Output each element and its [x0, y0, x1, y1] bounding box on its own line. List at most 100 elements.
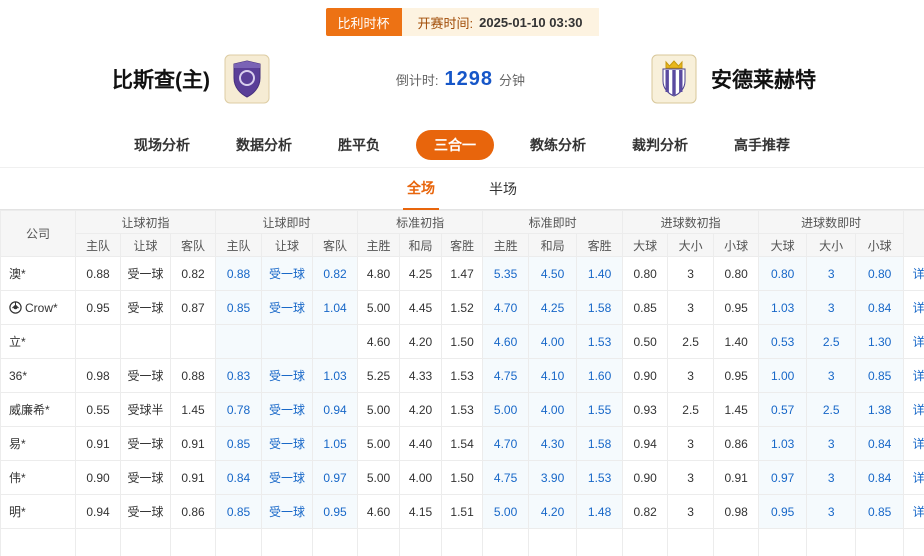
- odds-cell: [171, 529, 216, 556]
- nav-tab-1[interactable]: 数据分析: [226, 130, 302, 160]
- odds-cell: 4.00: [400, 461, 442, 495]
- odds-cell: 受一球: [121, 461, 171, 495]
- table-row: 立*4.604.201.504.604.001.530.502.51.400.5…: [1, 325, 924, 359]
- odds-cell: 0.80: [759, 257, 807, 291]
- odds-cell: 1.30: [856, 325, 904, 359]
- table-row: 易*0.91受一球0.910.85受一球1.055.004.401.544.70…: [1, 427, 924, 461]
- nav-tab-0[interactable]: 现场分析: [124, 130, 200, 160]
- match-info-bar: 比利时杯 开赛时间: 2025-01-10 03:30: [0, 8, 924, 36]
- odds-cell: 4.00: [529, 393, 577, 427]
- odds-cell: 受一球: [262, 257, 313, 291]
- nav-tab-5[interactable]: 裁判分析: [622, 130, 698, 160]
- odds-cell: 0.80: [714, 257, 759, 291]
- odds-cell: 3: [668, 291, 714, 325]
- nav-tab-3[interactable]: 三合一: [416, 130, 494, 160]
- odds-cell: 0.91: [76, 427, 121, 461]
- odds-cell: [313, 325, 358, 359]
- detail-link[interactable]: 详: [913, 471, 924, 485]
- sub-header-2-1: 和局: [400, 234, 442, 257]
- detail-cell: 详: [904, 427, 924, 461]
- odds-cell: 4.70: [483, 291, 529, 325]
- odds-cell: 1.51: [442, 495, 483, 529]
- league-badge: 比利时杯: [326, 8, 402, 36]
- group-header-4: 进球数初指: [623, 211, 759, 234]
- odds-cell: 0.85: [856, 359, 904, 393]
- odds-cell: 3: [807, 427, 856, 461]
- company-name: 伟*: [9, 471, 26, 485]
- sub-header-3-2: 客胜: [577, 234, 623, 257]
- odds-cell: 0.84: [216, 461, 262, 495]
- odds-cell: 1.03: [313, 359, 358, 393]
- odds-cell: 0.91: [171, 427, 216, 461]
- table-row: 36*0.98受一球0.880.83受一球1.035.254.331.534.7…: [1, 359, 924, 393]
- sub-header-4-2: 小球: [714, 234, 759, 257]
- nav-tab-4[interactable]: 教练分析: [520, 130, 596, 160]
- subtab-1[interactable]: 半场: [485, 179, 521, 209]
- odds-cell: 0.85: [856, 495, 904, 529]
- odds-cell: 0.98: [714, 495, 759, 529]
- odds-cell: 4.15: [400, 495, 442, 529]
- odds-cell: 4.00: [529, 325, 577, 359]
- odds-cell: 0.97: [313, 461, 358, 495]
- kickoff-label: 开赛时间:: [418, 13, 474, 32]
- subtab-0[interactable]: 全场: [403, 178, 439, 210]
- odds-cell: 5.35: [483, 257, 529, 291]
- odds-cell: 0.50: [623, 325, 668, 359]
- odds-cell: 1.04: [313, 291, 358, 325]
- odds-cell: [668, 529, 714, 556]
- sub-header-3-0: 主胜: [483, 234, 529, 257]
- sub-header-1-2: 客队: [313, 234, 358, 257]
- odds-cell: [216, 325, 262, 359]
- nav-tab-2[interactable]: 胜平负: [328, 130, 390, 160]
- detail-link[interactable]: 详: [913, 403, 924, 417]
- odds-cell: 4.25: [529, 291, 577, 325]
- odds-cell: 4.75: [483, 461, 529, 495]
- sub-header-0-0: 主队: [76, 234, 121, 257]
- sub-header-0-1: 让球: [121, 234, 171, 257]
- odds-cell: 0.91: [171, 461, 216, 495]
- odds-cell: 0.86: [714, 427, 759, 461]
- detail-link[interactable]: 详: [913, 267, 924, 281]
- detail-link[interactable]: 详: [913, 437, 924, 451]
- odds-cell: 受一球: [262, 291, 313, 325]
- nav-tabs: 现场分析数据分析胜平负三合一教练分析裁判分析高手推荐: [0, 122, 924, 168]
- odds-cell: 1.53: [577, 461, 623, 495]
- away-team-name: 安德莱赫特: [711, 64, 816, 94]
- nav-tab-6[interactable]: 高手推荐: [724, 130, 800, 160]
- odds-cell: 受球半: [121, 393, 171, 427]
- detail-link[interactable]: 详: [913, 335, 924, 349]
- odds-cell: [171, 325, 216, 359]
- odds-cell: 1.45: [171, 393, 216, 427]
- company-cell: 易*: [1, 427, 76, 461]
- company-name: 立*: [9, 335, 26, 349]
- group-header-3: 标准即时: [483, 211, 623, 234]
- detail-link[interactable]: 详: [913, 369, 924, 383]
- odds-cell: 3: [807, 461, 856, 495]
- odds-cell: 2.5: [807, 393, 856, 427]
- odds-cell: 2.5: [668, 325, 714, 359]
- odds-cell: 0.85: [216, 291, 262, 325]
- odds-cell: 1.60: [577, 359, 623, 393]
- odds-cell: 1.50: [442, 461, 483, 495]
- odds-cell: 0.78: [216, 393, 262, 427]
- odds-cell: [623, 529, 668, 556]
- odds-cell: 1.40: [577, 257, 623, 291]
- company-name: 澳*: [9, 267, 26, 281]
- odds-cell: 0.95: [714, 359, 759, 393]
- table-row: 澳*0.88受一球0.820.88受一球0.824.804.251.475.35…: [1, 257, 924, 291]
- detail-link[interactable]: 详: [913, 301, 924, 315]
- odds-cell: 3: [668, 359, 714, 393]
- odds-cell: 受一球: [121, 291, 171, 325]
- odds-cell: 1.05: [313, 427, 358, 461]
- odds-cell: 4.80: [358, 257, 400, 291]
- odds-cell: [442, 529, 483, 556]
- odds-cell: 1.50: [442, 325, 483, 359]
- detail-link[interactable]: 详: [913, 505, 924, 519]
- sub-header-4-0: 大球: [623, 234, 668, 257]
- odds-cell: 1.00: [759, 359, 807, 393]
- odds-cell: 0.88: [171, 359, 216, 393]
- detail-cell: 详: [904, 359, 924, 393]
- odds-cell: 0.98: [76, 359, 121, 393]
- odds-cell: 4.25: [400, 257, 442, 291]
- team-row: 比斯查(主) 倒计时: 1298 分钟 安德莱赫特: [0, 36, 924, 122]
